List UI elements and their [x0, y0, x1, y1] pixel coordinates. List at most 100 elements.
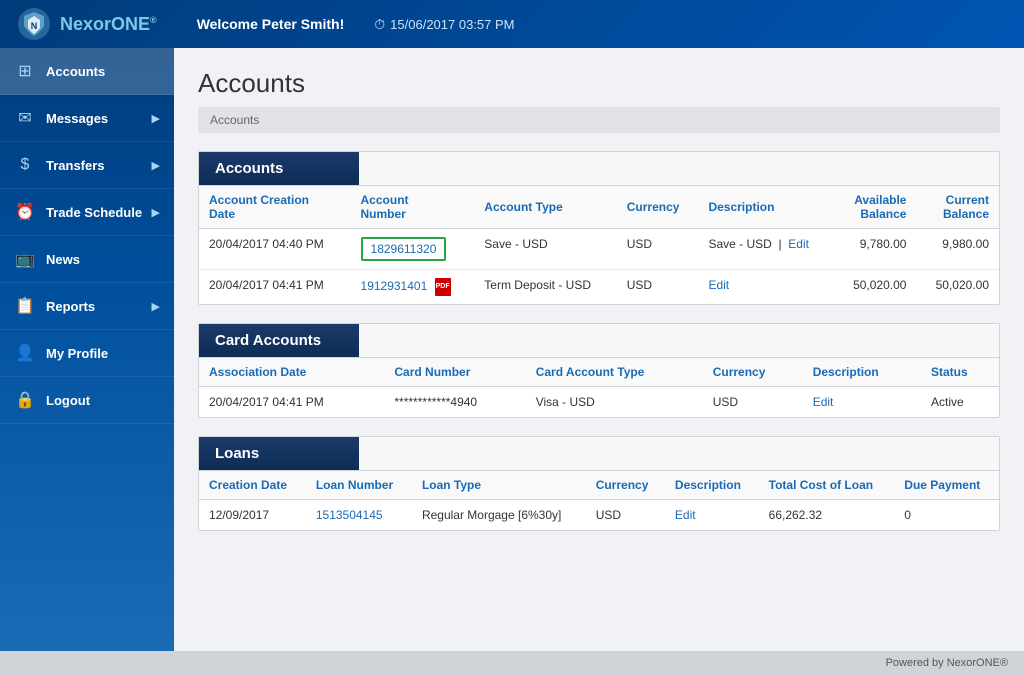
sidebar-item-accounts[interactable]: ⊞ Accounts	[0, 48, 174, 95]
card-description-edit-link[interactable]: Edit	[813, 395, 834, 409]
clock-icon: ⏱	[374, 16, 385, 33]
accounts-section: Accounts Account CreationDate AccountNum…	[198, 151, 1000, 305]
accounts-icon: ⊞	[14, 60, 36, 82]
expand-arrow-icon: ▶	[152, 112, 160, 125]
expand-arrow-icon: ▶	[152, 300, 160, 313]
col-currency: Currency	[586, 471, 665, 500]
col-loan-number: Loan Number	[306, 471, 412, 500]
loan-description-edit-link[interactable]: Edit	[675, 508, 696, 522]
logout-icon: 🔒	[14, 389, 36, 411]
account-number-cell: 1912931401 PDF	[351, 270, 475, 305]
description-edit-link[interactable]: Edit	[788, 237, 809, 251]
sidebar-item-label: Messages	[46, 111, 152, 126]
loans-section-header-row: Loans	[199, 437, 999, 471]
accounts-table: Account CreationDate AccountNumber Accou…	[199, 186, 999, 304]
loan-type-cell: Regular Morgage [6%30y]	[412, 500, 586, 531]
loans-header-row: Creation Date Loan Number Loan Type Curr…	[199, 471, 999, 500]
sidebar-item-label: Logout	[46, 393, 160, 408]
description-edit-link[interactable]: Edit	[708, 278, 729, 292]
top-header: N NexorONE® Welcome Peter Smith! ⏱ 15/06…	[0, 0, 1024, 48]
accounts-section-header: Accounts	[199, 152, 359, 185]
sidebar-item-label: Reports	[46, 299, 152, 314]
sidebar-item-reports[interactable]: 📋 Reports ▶	[0, 283, 174, 330]
account-number-cell: 1829611320	[351, 229, 475, 270]
profile-icon: 👤	[14, 342, 36, 364]
card-account-type-cell: Visa - USD	[526, 387, 703, 418]
accounts-section-header-row: Accounts	[199, 152, 999, 186]
sidebar-item-transfers[interactable]: $ Transfers ▶	[0, 142, 174, 189]
card-number-cell: ************4940	[384, 387, 525, 418]
card-accounts-section-header-row: Card Accounts	[199, 324, 999, 358]
loans-section-header: Loans	[199, 437, 359, 470]
highlighted-account-number[interactable]: 1829611320	[361, 237, 447, 261]
col-card-number: Card Number	[384, 358, 525, 387]
sidebar-item-label: Trade Schedule	[46, 205, 152, 220]
total-cost-cell: 66,262.32	[759, 500, 895, 531]
expand-arrow-icon: ▶	[152, 206, 160, 219]
currency-cell: USD	[703, 387, 803, 418]
content-area: Accounts Accounts Accounts Account Creat…	[174, 48, 1024, 651]
page-title: Accounts	[198, 68, 1000, 99]
loans-section: Loans Creation Date Loan Number Loan Typ…	[198, 436, 1000, 531]
sidebar-item-logout[interactable]: 🔒 Logout	[0, 377, 174, 424]
table-row: 20/04/2017 04:40 PM 1829611320 Save - US…	[199, 229, 999, 270]
sidebar-item-label: Accounts	[46, 64, 160, 79]
loans-table: Creation Date Loan Number Loan Type Curr…	[199, 471, 999, 530]
col-creation-date: Creation Date	[199, 471, 306, 500]
card-accounts-table: Association Date Card Number Card Accoun…	[199, 358, 999, 417]
account-number-link[interactable]: 1829611320	[371, 242, 437, 256]
table-row: 20/04/2017 04:41 PM ************4940 Vis…	[199, 387, 999, 418]
col-currency: Currency	[703, 358, 803, 387]
card-accounts-section: Card Accounts Association Date Card Numb…	[198, 323, 1000, 418]
col-description: Description	[803, 358, 921, 387]
available-balance-cell: 50,020.00	[834, 270, 917, 305]
sidebar-item-news[interactable]: 📺 News	[0, 236, 174, 283]
logo-area: N NexorONE®	[16, 6, 157, 42]
breadcrumb: Accounts	[198, 107, 1000, 133]
sidebar-item-my-profile[interactable]: 👤 My Profile	[0, 330, 174, 377]
current-balance-cell: 50,020.00	[916, 270, 999, 305]
sidebar-item-label: Transfers	[46, 158, 152, 173]
sidebar-item-messages[interactable]: ✉ Messages ▶	[0, 95, 174, 142]
creation-date-cell: 12/09/2017	[199, 500, 306, 531]
col-description: Description	[665, 471, 759, 500]
creation-date-cell: 20/04/2017 04:40 PM	[199, 229, 351, 270]
pdf-icon[interactable]: PDF	[435, 278, 451, 296]
col-total-cost: Total Cost of Loan	[759, 471, 895, 500]
col-status: Status	[921, 358, 999, 387]
col-currency: Currency	[617, 186, 699, 229]
col-account-number: AccountNumber	[351, 186, 475, 229]
account-number-link[interactable]: 1912931401	[361, 279, 428, 293]
loan-number-link[interactable]: 1513504145	[316, 508, 383, 522]
account-type-cell: Save - USD	[474, 229, 616, 270]
header-time: ⏱ 15/06/2017 03:57 PM	[374, 16, 514, 33]
status-cell: Active	[921, 387, 999, 418]
sidebar: ⊞ Accounts ✉ Messages ▶ $ Transfers ▶ ⏰ …	[0, 48, 174, 651]
footer: Powered by NexorONE®	[0, 651, 1024, 675]
available-balance-cell: 9,780.00	[834, 229, 917, 270]
currency-cell: USD	[617, 229, 699, 270]
trade-schedule-icon: ⏰	[14, 201, 36, 223]
col-available-balance: AvailableBalance	[834, 186, 917, 229]
loan-number-cell: 1513504145	[306, 500, 412, 531]
creation-date-cell: 20/04/2017 04:41 PM	[199, 270, 351, 305]
news-icon: 📺	[14, 248, 36, 270]
col-due-payment: Due Payment	[894, 471, 999, 500]
col-association-date: Association Date	[199, 358, 384, 387]
col-loan-type: Loan Type	[412, 471, 586, 500]
footer-text: Powered by NexorONE®	[886, 657, 1008, 669]
col-account-type: Account Type	[474, 186, 616, 229]
header-welcome: Welcome Peter Smith!	[197, 16, 345, 32]
card-accounts-section-header: Card Accounts	[199, 324, 359, 357]
table-row: 12/09/2017 1513504145 Regular Morgage [6…	[199, 500, 999, 531]
sidebar-item-trade-schedule[interactable]: ⏰ Trade Schedule ▶	[0, 189, 174, 236]
sidebar-item-label: My Profile	[46, 346, 160, 361]
col-card-account-type: Card Account Type	[526, 358, 703, 387]
transfers-icon: $	[14, 154, 36, 176]
table-row: 20/04/2017 04:41 PM 1912931401 PDF Term …	[199, 270, 999, 305]
col-description: Description	[698, 186, 833, 229]
reports-icon: 📋	[14, 295, 36, 317]
col-current-balance: CurrentBalance	[916, 186, 999, 229]
sidebar-item-label: News	[46, 252, 160, 267]
description-cell: Edit	[803, 387, 921, 418]
